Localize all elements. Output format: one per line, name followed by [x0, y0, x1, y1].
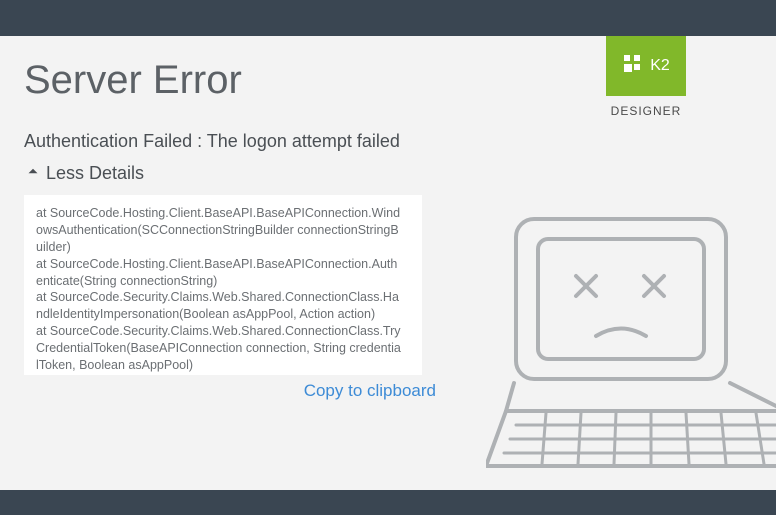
error-message: Authentication Failed : The logon attemp…: [24, 131, 436, 152]
k2-logo-icon: [622, 55, 644, 77]
brand-logo: K2: [606, 36, 686, 96]
page-title: Server Error: [24, 58, 436, 103]
brand-badge: K2 DESIGNER: [606, 36, 686, 118]
app-top-bar: [0, 0, 776, 36]
brand-subtitle: DESIGNER: [606, 104, 686, 118]
copy-to-clipboard-link[interactable]: Copy to clipboard: [304, 381, 436, 400]
dead-computer-illustration: [486, 211, 776, 481]
chevron-up-icon: [24, 162, 42, 185]
app-bottom-bar: [0, 490, 776, 515]
content-area: K2 DESIGNER Server Error Authentication …: [0, 36, 776, 490]
details-toggle[interactable]: Less Details: [24, 162, 436, 185]
brand-name: K2: [650, 57, 670, 75]
details-toggle-label: Less Details: [46, 163, 144, 184]
stack-trace[interactable]: at SourceCode.Hosting.Client.BaseAPI.Bas…: [24, 195, 422, 375]
